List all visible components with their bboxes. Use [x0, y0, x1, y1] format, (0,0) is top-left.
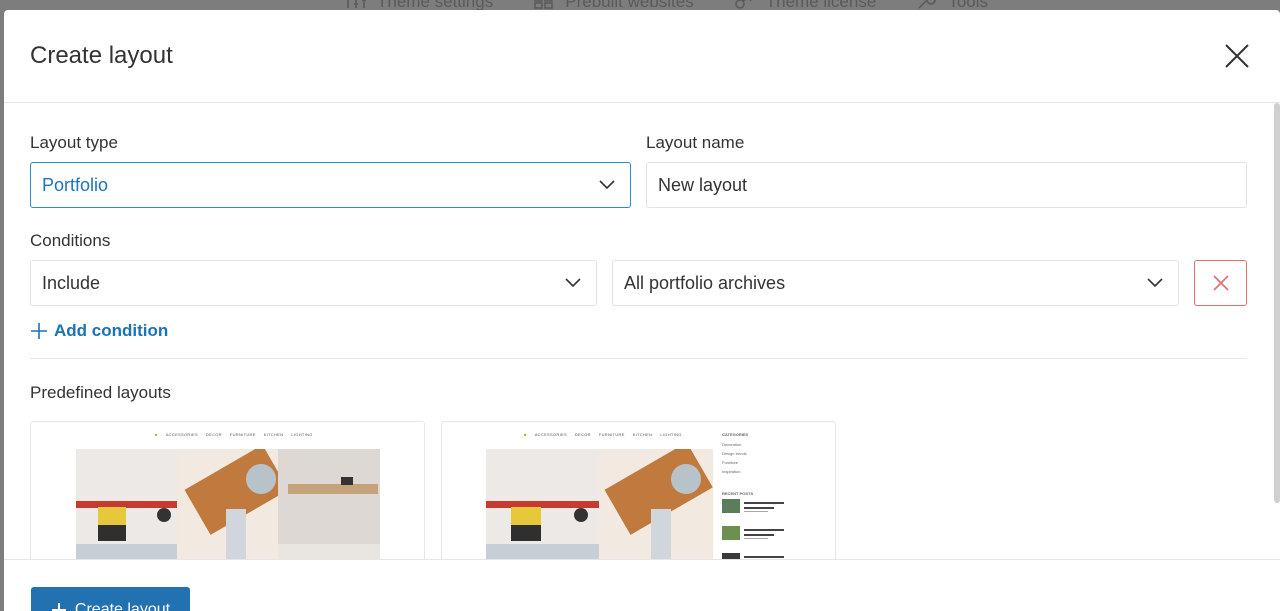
- sliders-icon: [347, 0, 366, 8]
- add-condition-button[interactable]: Add condition: [30, 321, 168, 341]
- predefined-layouts-label: Predefined layouts: [30, 383, 171, 402]
- condition-target-select[interactable]: All portfolio archives: [612, 260, 1179, 306]
- close-icon[interactable]: [1224, 43, 1250, 69]
- predefined-layout-card-1[interactable]: ■ ACCESSORIES DECOR FURNITURE KITCHEN LI…: [30, 421, 425, 559]
- chevron-down-icon: [1147, 278, 1163, 288]
- scrollbar[interactable]: [1274, 103, 1280, 503]
- layout-type-value: Portfolio: [42, 174, 109, 195]
- chevron-down-icon: [599, 180, 615, 190]
- thumbnail-image: [486, 449, 713, 559]
- layout-type-label: Layout type: [30, 133, 118, 152]
- thumbnail-sidebar-heading: CATEGORIES: [722, 432, 749, 437]
- close-icon: [1212, 275, 1229, 291]
- grid-icon: [534, 0, 553, 9]
- modal-header: Create layout: [4, 10, 1280, 103]
- layout-type-select[interactable]: Portfolio: [30, 162, 631, 208]
- chevron-down-icon: [565, 278, 581, 288]
- layout-name-input[interactable]: New layout: [646, 162, 1247, 208]
- thumbnail-category: Design trends: [722, 451, 747, 456]
- thumbnail-category: Furniture: [722, 460, 739, 465]
- thumbnail-logo-icon: ■: [155, 432, 158, 437]
- condition-mode-select[interactable]: Include: [30, 260, 597, 306]
- layout-name-value: New layout: [658, 174, 748, 195]
- modal-title: Create layout: [30, 42, 173, 69]
- predefined-layout-card-2[interactable]: ■ ACCESSORIES DECOR FURNITURE KITCHEN LI…: [441, 421, 836, 559]
- thumbnail-image: [76, 449, 380, 559]
- wrench-icon: [918, 0, 937, 9]
- plus-icon: [51, 603, 66, 611]
- thumbnail-category: Decoration: [722, 442, 742, 447]
- thumbnail-logo-icon: ■: [524, 432, 527, 437]
- conditions-label: Conditions: [30, 231, 111, 250]
- thumbnail-nav: ■ ACCESSORIES DECOR FURNITURE KITCHEN LI…: [524, 432, 682, 437]
- thumbnail-category: Inspiration: [722, 469, 741, 474]
- condition-mode-value: Include: [42, 272, 101, 293]
- create-layout-button[interactable]: Create layout: [31, 587, 190, 611]
- create-layout-modal: Create layout Layout type Portfolio Layo…: [4, 10, 1280, 611]
- key-icon: [735, 0, 752, 9]
- divider: [30, 358, 1247, 359]
- plus-icon: [31, 323, 47, 339]
- condition-target-value: All portfolio archives: [624, 272, 786, 293]
- thumbnail-nav: ■ ACCESSORIES DECOR FURNITURE KITCHEN LI…: [155, 432, 313, 437]
- layout-name-label: Layout name: [646, 133, 745, 152]
- modal-footer: Create layout: [4, 559, 1280, 611]
- thumbnail-recent-heading: RECENT POSTS: [722, 491, 754, 496]
- thumbnail-recent-posts: [722, 499, 784, 559]
- remove-condition-button[interactable]: [1194, 260, 1247, 306]
- modal-body: Layout type Portfolio Layout name New la…: [4, 103, 1280, 559]
